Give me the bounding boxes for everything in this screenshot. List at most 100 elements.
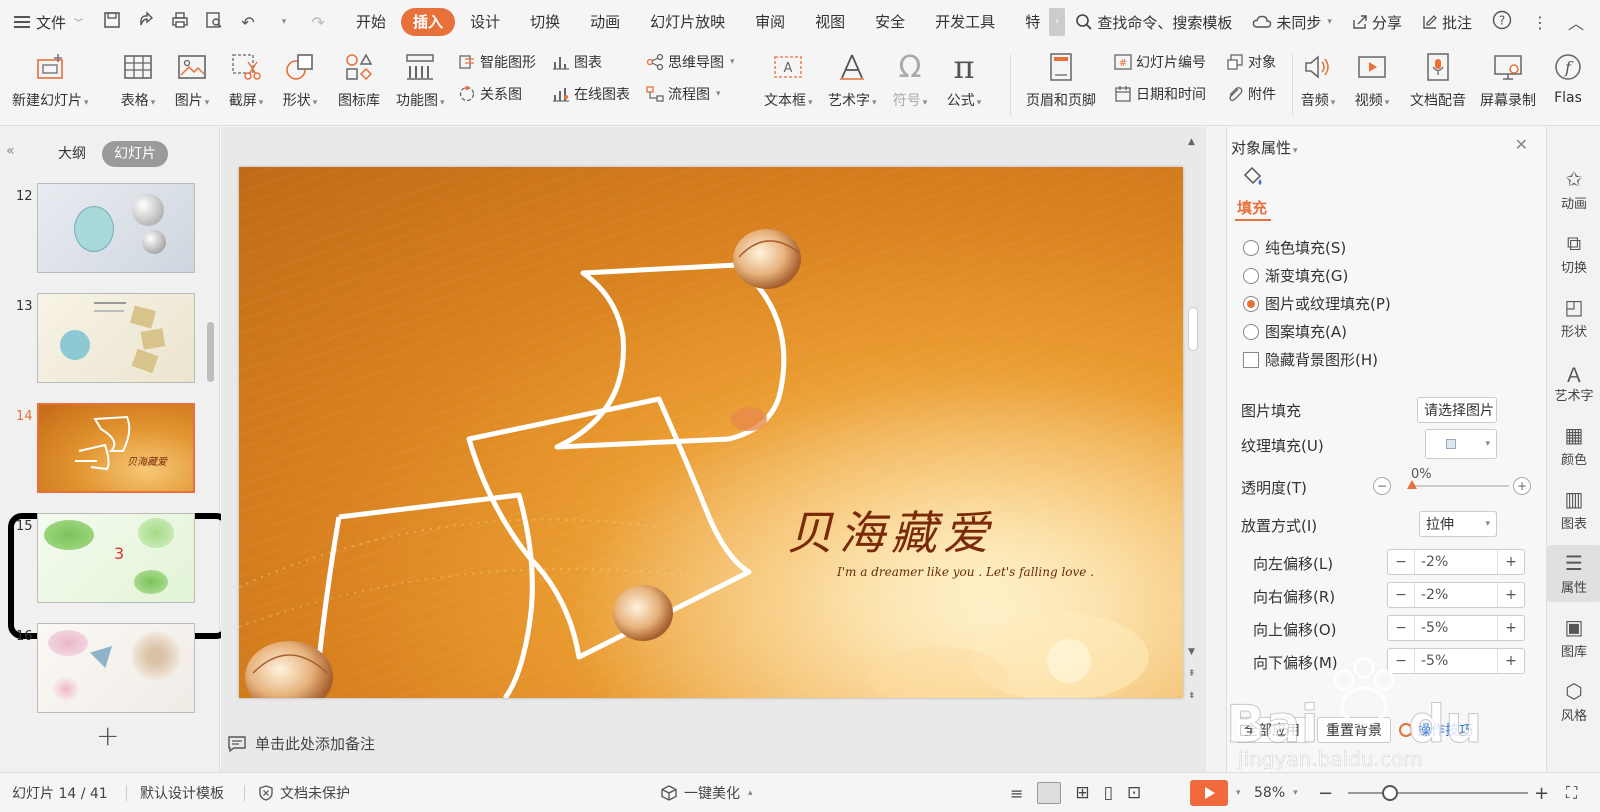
scrollbar-thumb[interactable] [1188,307,1198,351]
tab-design[interactable]: 设计 [455,8,515,36]
table-button[interactable]: 表格 ▾ [120,50,156,110]
flash-button[interactable]: f Flas [1550,50,1586,106]
video-button[interactable]: 视频 ▾ [1354,50,1390,110]
zoom-out-icon[interactable]: − [1318,773,1333,812]
header-footer-button[interactable]: 页眉和页脚 [1026,50,1096,110]
texture-dropdown[interactable]: ▾ [1425,429,1497,459]
sync-button[interactable]: 未同步 ▾ [1252,12,1332,33]
slide-thumbnail[interactable] [37,183,195,273]
print-preview-icon[interactable] [203,11,225,33]
tabs-more-icon[interactable]: › [1049,8,1066,36]
symbol-button[interactable]: Ω 符号 ▾ [892,50,928,110]
pattern-fill-option[interactable]: 图案填充(A) [1243,321,1347,342]
mind-map-button[interactable]: 思维导图 ▾ [646,52,735,72]
redo-icon[interactable]: ↷ [307,13,329,32]
presenter-view-icon[interactable]: ⊡ [1127,783,1141,803]
tab-security[interactable]: 安全 [860,8,920,36]
placement-dropdown[interactable]: 拉伸 ▾ [1419,511,1497,537]
add-slide-icon[interactable]: + [96,719,119,752]
solid-fill-option[interactable]: 纯色填充(S) [1243,237,1346,258]
function-chart-button[interactable]: 功能图 ▾ [396,50,445,110]
slideshow-play-button[interactable]: ▾ [1190,773,1241,812]
tab-review[interactable]: 审阅 [740,8,800,36]
checkbox-hide-background[interactable] [1243,351,1259,368]
strip-shape[interactable]: ◰ 形状 [1547,295,1600,340]
hide-background-option[interactable]: 隐藏背景图形(H) [1243,349,1378,370]
share-button[interactable]: 分享 [1352,12,1402,33]
slide-thumbnail[interactable] [37,623,195,713]
radio-pattern-fill[interactable] [1243,323,1259,340]
select-picture-button[interactable]: 请选择图片 [1417,397,1497,423]
icon-library-button[interactable]: 图标库 [338,50,380,110]
plus-icon[interactable]: + [1498,653,1524,669]
chart-button[interactable]: 图表 [552,52,602,72]
picture-button[interactable]: 图片 ▾ [174,50,210,110]
tips-link[interactable]: 操作技巧 [1399,720,1473,740]
tab-developer[interactable]: 开发工具 [920,8,1010,36]
prev-slide-icon[interactable]: ⇞ [1188,669,1196,679]
strip-wordart[interactable]: Ａ 艺术字 [1547,359,1600,404]
transparency-decrease-button[interactable]: − [1373,477,1391,495]
slide-thumbnail[interactable] [37,293,195,383]
file-menu[interactable]: 文件 ﹀ [14,0,91,44]
search-commands[interactable]: 查找命令、搜索模板 [1075,12,1232,33]
wordart-button[interactable]: 艺术字 ▾ [828,50,877,110]
shape-button[interactable]: 形状 ▾ [282,50,318,110]
voiceover-button[interactable]: 文档配音 [1410,50,1466,110]
reading-view-icon[interactable]: ▯ [1104,783,1113,803]
slide-thumbnail[interactable]: 3 [37,513,195,603]
zoom-slider-thumb[interactable] [1382,785,1398,801]
offset-right-stepper[interactable]: − -2% + [1387,582,1525,608]
collapse-ribbon-icon[interactable]: ︿ [1568,10,1584,34]
apply-all-button[interactable]: 全部应用 [1235,717,1309,743]
strip-transition[interactable]: ⧉ 切换 [1547,231,1600,276]
radio-picture-fill[interactable] [1243,295,1259,312]
properties-title[interactable]: 对象属性 ▾ [1231,137,1298,158]
offset-left-stepper[interactable]: − -2% + [1387,549,1525,575]
save-icon[interactable] [101,11,123,33]
strip-color[interactable]: ▦ 颜色 [1547,423,1600,468]
radio-solid-fill[interactable] [1243,239,1259,256]
slide-canvas[interactable]: 贝海藏爱 I'm a dreamer like you . Let's fall… [239,167,1183,698]
gradient-fill-option[interactable]: 渐变填充(G) [1243,265,1348,286]
undo-dropdown-icon[interactable]: ▾ [273,17,295,27]
minus-icon[interactable]: − [1388,554,1414,570]
document-protection[interactable]: 文档未保护 [258,773,350,812]
scroll-down-icon[interactable]: ▼ [1188,647,1195,657]
thumbnail-scrollbar[interactable] [207,322,214,382]
offset-bottom-stepper[interactable]: − -5% + [1387,648,1525,674]
strip-chart[interactable]: ▥ 图表 [1547,487,1600,532]
comment-button[interactable]: 批注 [1422,12,1472,33]
strip-properties[interactable]: ☰ 属性 [1547,545,1600,602]
slide-thumbnail-selected[interactable]: 贝海藏爱 [37,403,195,493]
plus-icon[interactable]: + [1498,587,1524,603]
flowchart-button[interactable]: 流程图 ▾ [646,84,721,104]
relation-chart-button[interactable]: 关系图 [458,84,522,104]
tab-outline[interactable]: 大纲 [46,141,98,167]
picture-texture-fill-option[interactable]: 图片或纹理填充(P) [1243,293,1391,314]
undo-icon[interactable]: ↶ [237,13,259,32]
textbox-button[interactable]: A 文本框 ▾ [764,50,813,110]
offset-top-stepper[interactable]: − -5% + [1387,615,1525,641]
print-icon[interactable] [169,11,191,33]
tab-transition[interactable]: 切换 [515,8,575,36]
collapse-panel-icon[interactable]: « [6,143,15,159]
more-vertical-icon[interactable]: ⋮ [1532,13,1548,32]
smart-art-button[interactable]: 智能图形 [458,52,536,72]
tab-slides[interactable]: 幻灯片 [102,141,168,167]
offset-top-value[interactable]: -5% [1414,616,1498,640]
next-slide-icon[interactable]: ⇟ [1188,691,1196,701]
zoom-level[interactable]: 58% ▾ [1254,773,1298,812]
close-icon[interactable]: ✕ [1515,135,1528,154]
offset-right-value[interactable]: -2% [1414,583,1498,607]
radio-gradient-fill[interactable] [1243,267,1259,284]
slide-subtitle-text[interactable]: I'm a dreamer like you . Let's falling l… [837,565,1094,579]
plus-icon[interactable]: + [1498,620,1524,636]
slide-sorter-icon[interactable]: ⊞ [1075,783,1089,803]
tab-home[interactable]: 开始 [341,8,401,36]
transparency-slider[interactable] [1409,485,1509,487]
tab-view[interactable]: 视图 [800,8,860,36]
notes-view-icon[interactable]: ≡ [1010,784,1023,803]
beautify-button[interactable]: 一键美化 ▴ [660,773,753,812]
export-icon[interactable] [135,11,157,33]
